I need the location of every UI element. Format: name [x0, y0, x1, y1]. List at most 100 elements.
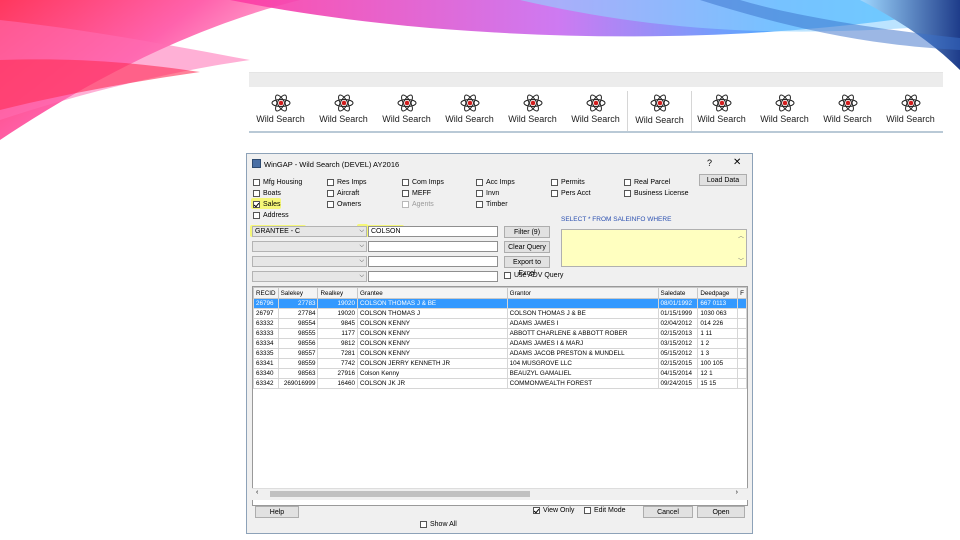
column-header[interactable]: Realkey	[317, 287, 358, 299]
chevron-down-icon[interactable]: ⌵	[359, 242, 364, 251]
help-question-icon[interactable]: ?	[707, 158, 712, 168]
checkbox-box[interactable]	[551, 179, 558, 186]
filter-field-dropdown[interactable]: ⌵	[252, 271, 367, 282]
use-adv-query-checkbox[interactable]: Use ADV Query	[504, 272, 563, 279]
com-imps-checkbox[interactable]: Com Imps	[402, 179, 444, 186]
business-license-checkbox[interactable]: Business License	[624, 190, 688, 197]
checkbox-box[interactable]	[253, 179, 260, 186]
column-header[interactable]: Deedpage	[697, 287, 739, 299]
boats-checkbox[interactable]: Boats	[253, 190, 281, 197]
open-button[interactable]: Open	[697, 506, 745, 518]
permits-checkbox[interactable]: Permits	[551, 179, 585, 186]
checkbox-box[interactable]	[327, 201, 334, 208]
sql-query-textarea[interactable]: ︿ ﹀	[561, 229, 747, 267]
chevron-down-icon[interactable]: ⌵	[359, 227, 364, 236]
scroll-left-icon[interactable]: ‹	[256, 489, 258, 496]
atom-icon	[523, 94, 542, 112]
mfg-housing-checkbox[interactable]: Mfg Housing	[253, 179, 302, 186]
checkbox-box[interactable]	[476, 201, 483, 208]
acc-imps-checkbox[interactable]: Acc Imps	[476, 179, 515, 186]
wild-search-button[interactable]: Wild Search	[312, 91, 375, 133]
close-icon[interactable]: ✕	[733, 157, 741, 168]
real-parcel-checkbox[interactable]: Real Parcel	[624, 179, 670, 186]
wild-search-button[interactable]: Wild Search	[690, 91, 753, 133]
owners-checkbox[interactable]: Owners	[327, 201, 361, 208]
checkbox-box[interactable]	[476, 179, 483, 186]
horizontal-scrollbar[interactable]: ‹ ›	[252, 488, 748, 500]
edit-mode-checkbox[interactable]: Edit Mode	[584, 507, 626, 514]
wild-search-button[interactable]: Wild Search	[753, 91, 816, 133]
wild-search-button[interactable]: Wild Search	[501, 91, 564, 133]
help-button[interactable]: Help	[255, 506, 299, 518]
scrollbar-thumb[interactable]	[270, 491, 530, 497]
filter-field-dropdown[interactable]: ⌵	[252, 256, 367, 267]
clear-query-button[interactable]: Clear Query	[504, 241, 550, 253]
checkbox-box[interactable]	[327, 190, 334, 197]
filter-value-input[interactable]	[368, 271, 498, 282]
show-all-checkbox[interactable]: Show All	[420, 521, 457, 528]
chevron-down-icon[interactable]: ⌵	[359, 257, 364, 266]
filter-value-input[interactable]	[368, 256, 498, 267]
checkbox-box[interactable]	[551, 190, 558, 197]
sales-checkbox[interactable]: Sales	[253, 201, 281, 208]
checkbox-box[interactable]	[420, 521, 427, 528]
wild-search-button[interactable]: Wild Search	[816, 91, 879, 133]
filter-field-dropdown[interactable]: GRANTEE - C ⌵	[252, 226, 367, 237]
checkbox-box[interactable]	[253, 212, 260, 219]
load-data-button[interactable]: Load Data	[699, 174, 747, 186]
timber-checkbox[interactable]: Timber	[476, 201, 508, 208]
scroll-right-icon[interactable]: ›	[736, 489, 738, 496]
table-row[interactable]: 63335 98557 7281 COLSON KENNY ADAMS JACOB PR…	[253, 348, 747, 359]
checkbox-box[interactable]	[504, 272, 511, 279]
checkbox-box[interactable]	[624, 179, 631, 186]
table-cell: 05/15/2012	[657, 348, 699, 359]
table-row[interactable]: 63342 269016999 16460 COLSON JK JR COMMONWEA…	[253, 378, 747, 389]
wild-search-button[interactable]: Wild Search	[879, 91, 942, 133]
address-checkbox[interactable]: Address	[253, 212, 289, 219]
wild-search-button[interactable]: Wild Search	[627, 91, 692, 133]
checkbox-box[interactable]	[402, 179, 409, 186]
invn-checkbox[interactable]: Invn	[476, 190, 499, 197]
checkbox-box[interactable]	[584, 507, 591, 514]
pers-acct-checkbox[interactable]: Pers Acct	[551, 190, 591, 197]
table-row[interactable]: 26796 27783 19020 COLSON THOMAS J & BE 08/01…	[253, 298, 747, 309]
export-to-excel-button[interactable]: Export to Excel	[504, 256, 550, 277]
wild-search-button[interactable]: Wild Search	[438, 91, 501, 133]
column-header[interactable]: Grantee	[356, 287, 508, 299]
checkbox-box[interactable]	[253, 201, 260, 208]
table-row[interactable]: 63332 98554 9845 COLSON KENNY ADAMS JAMES I0…	[253, 318, 747, 329]
table-row[interactable]: 63333 98555 1177 COLSON KENNY ABBOTT CHARLEN…	[253, 328, 747, 339]
res-imps-checkbox[interactable]: Res Imps	[327, 179, 367, 186]
meff-checkbox[interactable]: MEFF	[402, 190, 431, 197]
wild-search-label: Wild Search	[319, 114, 368, 124]
filter-field-dropdown[interactable]: ⌵	[252, 241, 367, 252]
cancel-button[interactable]: Cancel	[643, 506, 693, 518]
column-header[interactable]: RECID	[253, 287, 279, 299]
scroll-down-icon[interactable]: ﹀	[738, 256, 744, 265]
checkbox-box[interactable]	[327, 179, 334, 186]
column-header[interactable]: F	[737, 287, 747, 299]
table-row[interactable]: 26797 27784 19020 COLSON THOMAS J COLSON THO…	[253, 308, 747, 319]
column-header[interactable]: Saledate	[657, 287, 699, 299]
aircraft-checkbox[interactable]: Aircraft	[327, 190, 359, 197]
wild-search-button[interactable]: Wild Search	[375, 91, 438, 133]
checkbox-box[interactable]	[624, 190, 631, 197]
checkbox-box[interactable]	[533, 507, 540, 514]
table-row[interactable]: 63334 98556 9812 COLSON KENNY ADAMS JAMES I …	[253, 338, 747, 349]
chevron-down-icon[interactable]: ⌵	[359, 272, 364, 281]
view-only-checkbox[interactable]: View Only	[533, 507, 574, 514]
filter-button[interactable]: Filter (9)	[504, 226, 550, 238]
scroll-up-icon[interactable]: ︿	[738, 231, 744, 240]
table-row[interactable]: 63341 98559 7742 COLSON JERRY KENNETH JR 104…	[253, 358, 747, 369]
wild-search-button[interactable]: Wild Search	[249, 91, 312, 133]
checkbox-box[interactable]	[253, 190, 260, 197]
results-grid[interactable]: RECID Salekey Realkey Grantee Grantor Saledat…	[252, 286, 748, 506]
filter-value-input[interactable]: COLSON	[368, 226, 498, 237]
checkbox-box[interactable]	[402, 190, 409, 197]
column-header[interactable]: Grantor	[506, 287, 659, 299]
checkbox-box[interactable]	[476, 190, 483, 197]
table-row[interactable]: 63340 98563 27916 Colson Kenny BEAUZYL GAMAL…	[253, 368, 747, 379]
filter-value-input[interactable]	[368, 241, 498, 252]
column-header[interactable]: Salekey	[277, 287, 319, 299]
wild-search-button[interactable]: Wild Search	[564, 91, 627, 133]
